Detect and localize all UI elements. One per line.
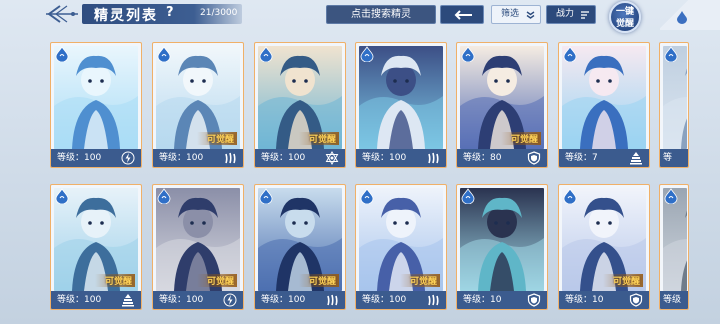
- spirit-card[interactable]: 可觉醒 等级：80: [456, 42, 548, 168]
- water-element-icon: [461, 46, 475, 63]
- level-label: 等级：10: [463, 295, 502, 305]
- card-footer: 等级：100: [356, 291, 446, 309]
- temple-icon: [630, 152, 642, 165]
- level-label: 等级：100: [57, 153, 102, 163]
- water-element-icon: [157, 46, 171, 63]
- card-footer: 等级：100: [51, 149, 141, 167]
- card-footer: 等级：100: [255, 149, 345, 167]
- level-label: 等级：100: [57, 295, 102, 305]
- water-element-icon: [259, 188, 273, 205]
- spirit-card[interactable]: 可觉醒 等级：100: [254, 184, 346, 310]
- spirit-grid: 等级：100 可觉醒 等级：100 可觉醒 等级：100 等级：100 可觉醒 …: [50, 40, 720, 324]
- help-icon[interactable]: ?: [166, 5, 174, 20]
- double-chevron-down-icon: [526, 11, 535, 19]
- level-label: 等级：100: [663, 153, 673, 163]
- water-element-icon: [664, 188, 678, 205]
- left-arrow-icon: [454, 10, 472, 20]
- star-of-david-icon: [325, 151, 339, 165]
- level-label: 等级：100: [261, 153, 306, 163]
- level-label: 等级：100: [362, 153, 407, 163]
- shield-icon: [527, 151, 541, 165]
- spirit-card[interactable]: 等级：7: [558, 42, 650, 168]
- water-element-icon: [55, 46, 69, 63]
- lightning-icon: [121, 151, 135, 165]
- claws-icon: [428, 152, 439, 164]
- awaken-label-bottom: 觉醒: [615, 19, 634, 29]
- card-footer: 等级：80: [457, 149, 547, 167]
- water-drop-icon: [677, 11, 687, 24]
- power-label: 战力: [556, 9, 575, 19]
- power-sort-button[interactable]: 战力: [546, 5, 596, 24]
- level-label: 等级：100: [159, 295, 204, 305]
- card-footer: 等级：100: [51, 291, 141, 309]
- awakenable-badge: 可觉醒: [196, 132, 237, 145]
- water-element-icon: [461, 188, 475, 205]
- card-footer: 等级：100: [255, 291, 345, 309]
- card-footer: 等级：100: [153, 291, 243, 309]
- back-arrow-button[interactable]: [40, 3, 80, 25]
- awakenable-badge: 可觉醒: [602, 274, 643, 287]
- card-footer: 等级：10: [457, 291, 547, 309]
- awakenable-badge: 可觉醒: [500, 132, 541, 145]
- spirit-card[interactable]: 等级：100: [659, 42, 689, 168]
- awakenable-badge: 可觉醒: [196, 274, 237, 287]
- spirit-card[interactable]: 可觉醒 等级：100: [152, 42, 244, 168]
- awakenable-badge: 可觉醒: [94, 274, 135, 287]
- card-footer: 等级：100: [153, 149, 243, 167]
- filter-button[interactable]: 筛选: [491, 5, 541, 24]
- spirit-card[interactable]: 可觉醒 等级：100: [355, 184, 447, 310]
- awaken-label-top: 一键: [615, 7, 634, 17]
- level-label: 等级: [663, 295, 682, 305]
- water-element-icon: [55, 188, 69, 205]
- page-title: 精灵列表: [94, 8, 158, 24]
- claws-icon: [225, 152, 236, 164]
- water-element-icon: [563, 46, 577, 63]
- back-arrow-icon: [46, 5, 78, 23]
- shield-icon: [629, 293, 643, 307]
- spirit-card[interactable]: 可觉醒 等级：100: [152, 184, 244, 310]
- water-element-icon: [563, 188, 577, 205]
- collection-count: 21/3000: [200, 8, 238, 18]
- water-element-icon: [157, 188, 171, 205]
- card-footer: 等级：10: [559, 291, 649, 309]
- awakenable-badge: 可觉醒: [298, 274, 339, 287]
- sort-order-button[interactable]: [440, 5, 484, 24]
- awakenable-badge: 可觉醒: [399, 274, 440, 287]
- shield-icon: [527, 293, 541, 307]
- spirit-card[interactable]: 等级: [659, 184, 689, 310]
- card-footer: 等级：100: [660, 149, 688, 167]
- claws-icon: [428, 294, 439, 306]
- water-element-icon: [664, 46, 678, 63]
- water-element-icon: [360, 188, 374, 205]
- one-click-awaken-button[interactable]: 一键 觉醒: [609, 1, 641, 33]
- card-footer: 等级：7: [559, 149, 649, 167]
- lightning-icon: [223, 293, 237, 307]
- water-element-icon: [360, 46, 374, 63]
- water-element-icon: [259, 46, 273, 63]
- spirit-card[interactable]: 可觉醒 等级：10: [558, 184, 650, 310]
- sort-descending-icon: [581, 11, 589, 19]
- spirit-card[interactable]: 可觉醒 等级：100: [254, 42, 346, 168]
- level-label: 等级：100: [261, 295, 306, 305]
- spirit-card[interactable]: 等级：100: [355, 42, 447, 168]
- level-label: 等级：7: [565, 153, 598, 163]
- level-label: 等级：100: [362, 295, 407, 305]
- claws-icon: [327, 294, 338, 306]
- temple-icon: [122, 294, 134, 307]
- search-input[interactable]: 点击搜索精灵: [326, 5, 436, 24]
- filter-label: 筛选: [501, 9, 520, 19]
- awakenable-badge: 可觉醒: [298, 132, 339, 145]
- spirit-card[interactable]: 等级：100: [50, 42, 142, 168]
- level-label: 等级：100: [159, 153, 204, 163]
- card-footer: 等级：100: [356, 149, 446, 167]
- level-label: 等级：10: [565, 295, 604, 305]
- level-label: 等级：80: [463, 153, 502, 163]
- spirit-card[interactable]: 可觉醒 等级：100: [50, 184, 142, 310]
- spirit-card[interactable]: 等级：10: [456, 184, 548, 310]
- side-tab[interactable]: [660, 0, 720, 30]
- top-bar: 精灵列表 ? 21/3000 点击搜索精灵 筛选 战力 一键 觉醒: [0, 0, 720, 33]
- card-footer: 等级: [660, 291, 688, 309]
